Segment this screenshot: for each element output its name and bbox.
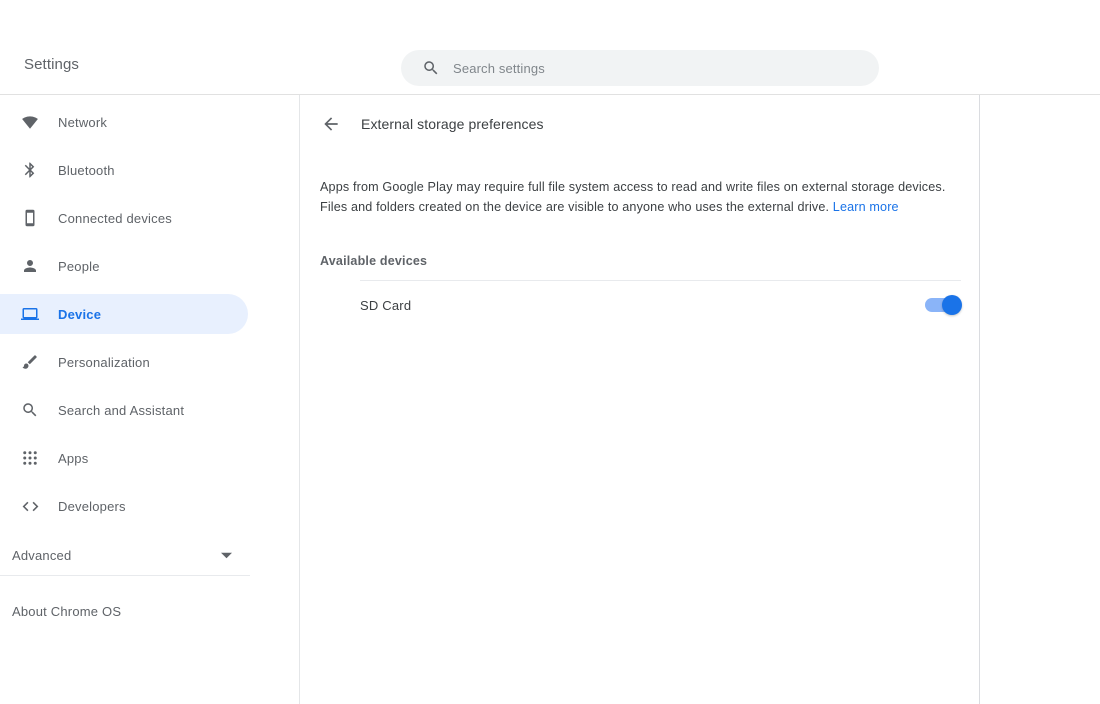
sidebar-item-label: Device <box>58 307 101 322</box>
device-name: SD Card <box>360 298 411 313</box>
sidebar-advanced-label: Advanced <box>12 548 71 563</box>
sidebar-item-connected-devices[interactable]: Connected devices <box>0 198 248 238</box>
sidebar-item-label: Connected devices <box>58 211 172 226</box>
sidebar-item-label: Search and Assistant <box>58 403 184 418</box>
apps-grid-icon <box>20 448 40 468</box>
sidebar-item-developers[interactable]: Developers <box>0 486 248 526</box>
sidebar: Network Bluetooth Connected devices Peop… <box>0 95 300 704</box>
sidebar-item-label: Personalization <box>58 355 150 370</box>
toggle-knob <box>942 295 962 315</box>
device-row[interactable]: SD Card <box>360 281 961 329</box>
sidebar-item-device[interactable]: Device <box>0 294 248 334</box>
sidebar-item-advanced[interactable]: Advanced <box>0 536 250 576</box>
learn-more-link[interactable]: Learn more <box>833 200 899 214</box>
content-panel: External storage preferences Apps from G… <box>301 95 980 704</box>
search-input[interactable]: Search settings <box>401 50 879 86</box>
sidebar-item-about-chrome-os[interactable]: About Chrome OS <box>0 591 250 631</box>
sidebar-item-label: Bluetooth <box>58 163 115 178</box>
page-title: Settings <box>24 55 79 75</box>
sd-card-toggle[interactable] <box>925 298 959 312</box>
sidebar-item-label: Developers <box>58 499 126 514</box>
sidebar-item-apps[interactable]: Apps <box>0 438 248 478</box>
app-header: Settings Search settings <box>0 0 1100 95</box>
phone-icon <box>20 208 40 228</box>
sidebar-item-bluetooth[interactable]: Bluetooth <box>0 150 248 190</box>
available-devices-label: Available devices <box>320 254 979 268</box>
sidebar-item-people[interactable]: People <box>0 246 248 286</box>
sidebar-item-personalization[interactable]: Personalization <box>0 342 248 382</box>
wifi-icon <box>20 112 40 132</box>
search-placeholder: Search settings <box>453 61 545 76</box>
available-devices-list: SD Card <box>360 280 961 329</box>
content-header: External storage preferences <box>301 95 979 153</box>
code-brackets-icon <box>20 496 40 516</box>
chevron-down-icon <box>220 550 232 562</box>
content-title: External storage preferences <box>361 116 544 132</box>
laptop-icon <box>20 304 40 324</box>
search-icon <box>421 58 441 78</box>
sidebar-about-label: About Chrome OS <box>12 604 121 619</box>
sidebar-item-label: Network <box>58 115 107 130</box>
person-icon <box>20 256 40 276</box>
sidebar-item-search-and-assistant[interactable]: Search and Assistant <box>0 390 248 430</box>
sidebar-item-label: Apps <box>58 451 88 466</box>
body-area: Network Bluetooth Connected devices Peop… <box>0 95 1100 704</box>
search-icon <box>20 400 40 420</box>
bluetooth-icon <box>20 160 40 180</box>
settings-window: Settings Search settings Network <box>0 0 1100 704</box>
description-text: Apps from Google Play may require full f… <box>320 177 950 217</box>
right-gutter <box>981 95 1100 704</box>
sidebar-item-network[interactable]: Network <box>0 102 248 142</box>
sidebar-item-label: People <box>58 259 100 274</box>
back-arrow-icon[interactable] <box>319 112 343 136</box>
brush-icon <box>20 352 40 372</box>
